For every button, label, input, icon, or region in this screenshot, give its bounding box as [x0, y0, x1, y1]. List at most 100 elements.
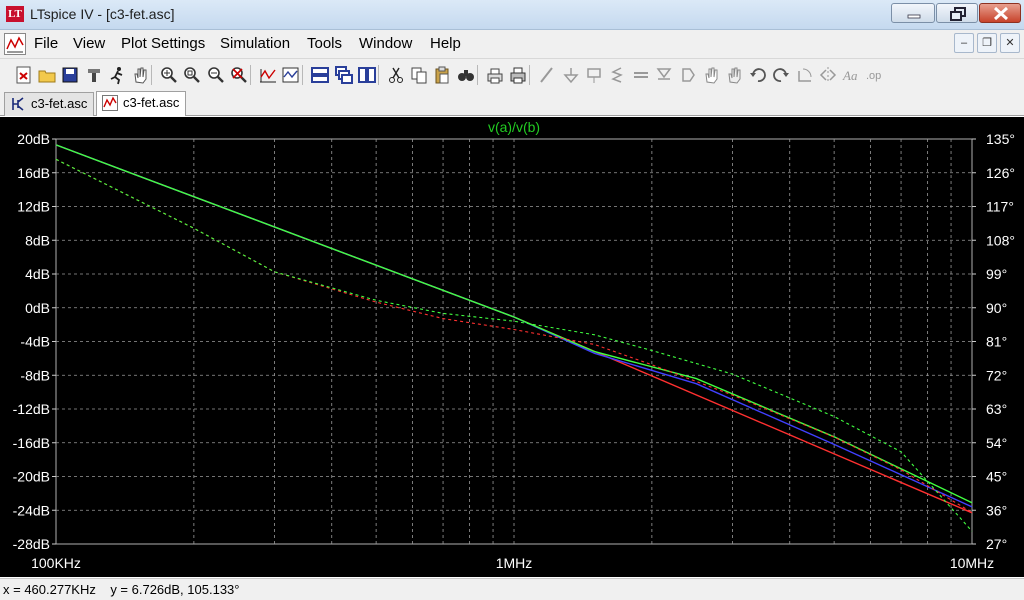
close-button[interactable] — [979, 3, 1021, 23]
menu-window[interactable]: Window — [359, 35, 412, 52]
print-setup-icon[interactable] — [485, 65, 505, 85]
mdi-window-controls: – ❐ ✕ — [951, 33, 1020, 53]
save-icon[interactable] — [60, 65, 80, 85]
ground-icon[interactable] — [561, 65, 581, 85]
component-icon[interactable] — [678, 65, 698, 85]
undo-icon[interactable] — [748, 65, 768, 85]
zoom-in-icon[interactable] — [159, 65, 179, 85]
pan-hand-icon[interactable] — [130, 65, 150, 85]
zoom-out-icon[interactable] — [206, 65, 226, 85]
inductor-icon[interactable] — [607, 65, 627, 85]
spice-directive-icon[interactable]: .op — [865, 65, 885, 85]
y-tick-label-right: 63° — [986, 401, 1007, 417]
y-tick-label-right: 36° — [986, 502, 1007, 518]
toolbar: Aa .op — [0, 58, 1024, 90]
svg-text:.op: .op — [866, 70, 881, 82]
svg-text:Aa: Aa — [842, 68, 858, 83]
minimize-button[interactable] — [891, 3, 935, 23]
y-tick-label-right: 90° — [986, 300, 1007, 316]
y-tick-label-left: -8dB — [20, 367, 50, 383]
control-panel-icon[interactable] — [84, 65, 104, 85]
y-tick-label-right: 45° — [986, 469, 1007, 485]
cursor-readout: x = 460.277KHz y = 6.726dB, 105.133° — [3, 582, 240, 597]
restore-icon — [950, 7, 966, 21]
close-icon — [993, 6, 1009, 21]
x-tick-label: 100KHz — [31, 555, 81, 571]
ltspice-logo-icon: LT — [6, 6, 24, 22]
rotate-icon[interactable] — [795, 65, 815, 85]
y-tick-label-right: 108° — [986, 232, 1015, 248]
y-tick-label-right: 117° — [986, 199, 1014, 215]
resistor-icon[interactable] — [584, 65, 604, 85]
zoom-fit-icon[interactable] — [229, 65, 249, 85]
plot-settings-icon[interactable] — [281, 65, 301, 85]
y-tick-label-left: 8dB — [25, 232, 50, 248]
tab-waveform[interactable]: c3-fet.asc — [96, 91, 186, 116]
waveform-plot[interactable]: 20dB 16dB 12dB 8dB 4dB 0dB -4dB -8dB -12dB -16dB -… — [0, 117, 1024, 577]
mdi-close-button[interactable]: ✕ — [1000, 33, 1020, 53]
menu-bar: File View Plot Settings Simulation Tools… — [0, 30, 1024, 58]
menu-view[interactable]: View — [73, 35, 105, 52]
y-tick-label-right: 27° — [986, 536, 1007, 552]
y-tick-label-left: -16dB — [13, 435, 50, 451]
autorange-icon[interactable] — [258, 65, 278, 85]
trace-title: v(a)/v(b) — [488, 119, 540, 135]
run-icon[interactable] — [107, 65, 127, 85]
x-tick-label: 1MHz — [496, 555, 533, 571]
x-tick-label: 10MHz — [950, 555, 994, 571]
restore-button[interactable] — [936, 3, 978, 23]
mirror-icon[interactable] — [818, 65, 838, 85]
y-tick-label-left: -4dB — [20, 334, 50, 350]
mdi-minimize-button[interactable]: – — [954, 33, 974, 53]
series-2 — [55, 144, 973, 504]
diode-icon[interactable] — [654, 65, 674, 85]
tab-label: c3-fet.asc — [123, 95, 180, 110]
wire-icon[interactable] — [537, 65, 557, 85]
tile-horizontal-icon[interactable] — [310, 65, 330, 85]
cut-icon[interactable] — [386, 65, 406, 85]
y-tick-label-left: -20dB — [13, 469, 50, 485]
redo-icon[interactable] — [771, 65, 791, 85]
y-tick-label-left: -24dB — [13, 502, 50, 518]
text-icon[interactable]: Aa — [841, 65, 861, 85]
menu-tools[interactable]: Tools — [307, 35, 342, 52]
menu-help[interactable]: Help — [430, 35, 461, 52]
menu-file[interactable]: File — [34, 35, 58, 52]
toolbar-separator — [151, 65, 153, 85]
toolbar-separator — [476, 65, 478, 85]
tab-label: c3-fet.asc — [31, 96, 88, 111]
plot-canvas[interactable]: 20dB 16dB 12dB 8dB 4dB 0dB -4dB -8dB -12dB -16dB -… — [0, 117, 1024, 577]
print-icon[interactable] — [508, 65, 528, 85]
waveform-window-icon[interactable] — [4, 33, 26, 55]
find-icon[interactable] — [456, 65, 476, 85]
open-folder-icon[interactable] — [37, 65, 57, 85]
y-tick-label-right: 81° — [986, 334, 1007, 350]
schematic-icon — [12, 97, 24, 111]
toolbar-separator — [250, 65, 251, 85]
y-tick-label-right: 72° — [986, 367, 1007, 383]
paste-icon[interactable] — [432, 65, 452, 85]
y-tick-label-left: -28dB — [13, 536, 50, 552]
tile-vertical-icon[interactable] — [357, 65, 377, 85]
copy-icon[interactable] — [409, 65, 429, 85]
capacitor-icon[interactable] — [631, 65, 651, 85]
toolbar-separator — [378, 65, 379, 85]
y-tick-label-left: 4dB — [25, 266, 50, 282]
y-tick-label-left: 12dB — [17, 199, 50, 215]
menu-simulation[interactable]: Simulation — [220, 35, 290, 52]
new-schematic-icon[interactable] — [14, 65, 34, 85]
status-bar: x = 460.277KHz y = 6.726dB, 105.133° — [0, 578, 1024, 600]
magnitude-trace-2 — [55, 144, 973, 504]
y-tick-label-right: 99° — [986, 266, 1007, 282]
tab-schematic[interactable]: c3-fet.asc — [4, 92, 94, 116]
cascade-icon[interactable] — [334, 65, 354, 85]
menu-plot-settings[interactable]: Plot Settings — [121, 35, 205, 52]
y-tick-label-left: 0dB — [25, 300, 50, 316]
mdi-restore-button[interactable]: ❐ — [977, 33, 997, 53]
move-icon[interactable] — [701, 65, 721, 85]
window-title: LTspice IV - [c3-fet.asc] — [30, 6, 175, 22]
waveform-icon — [102, 95, 118, 111]
y-tick-label-left: -12dB — [13, 401, 50, 417]
drag-icon[interactable] — [724, 65, 744, 85]
zoom-area-icon[interactable] — [182, 65, 202, 85]
